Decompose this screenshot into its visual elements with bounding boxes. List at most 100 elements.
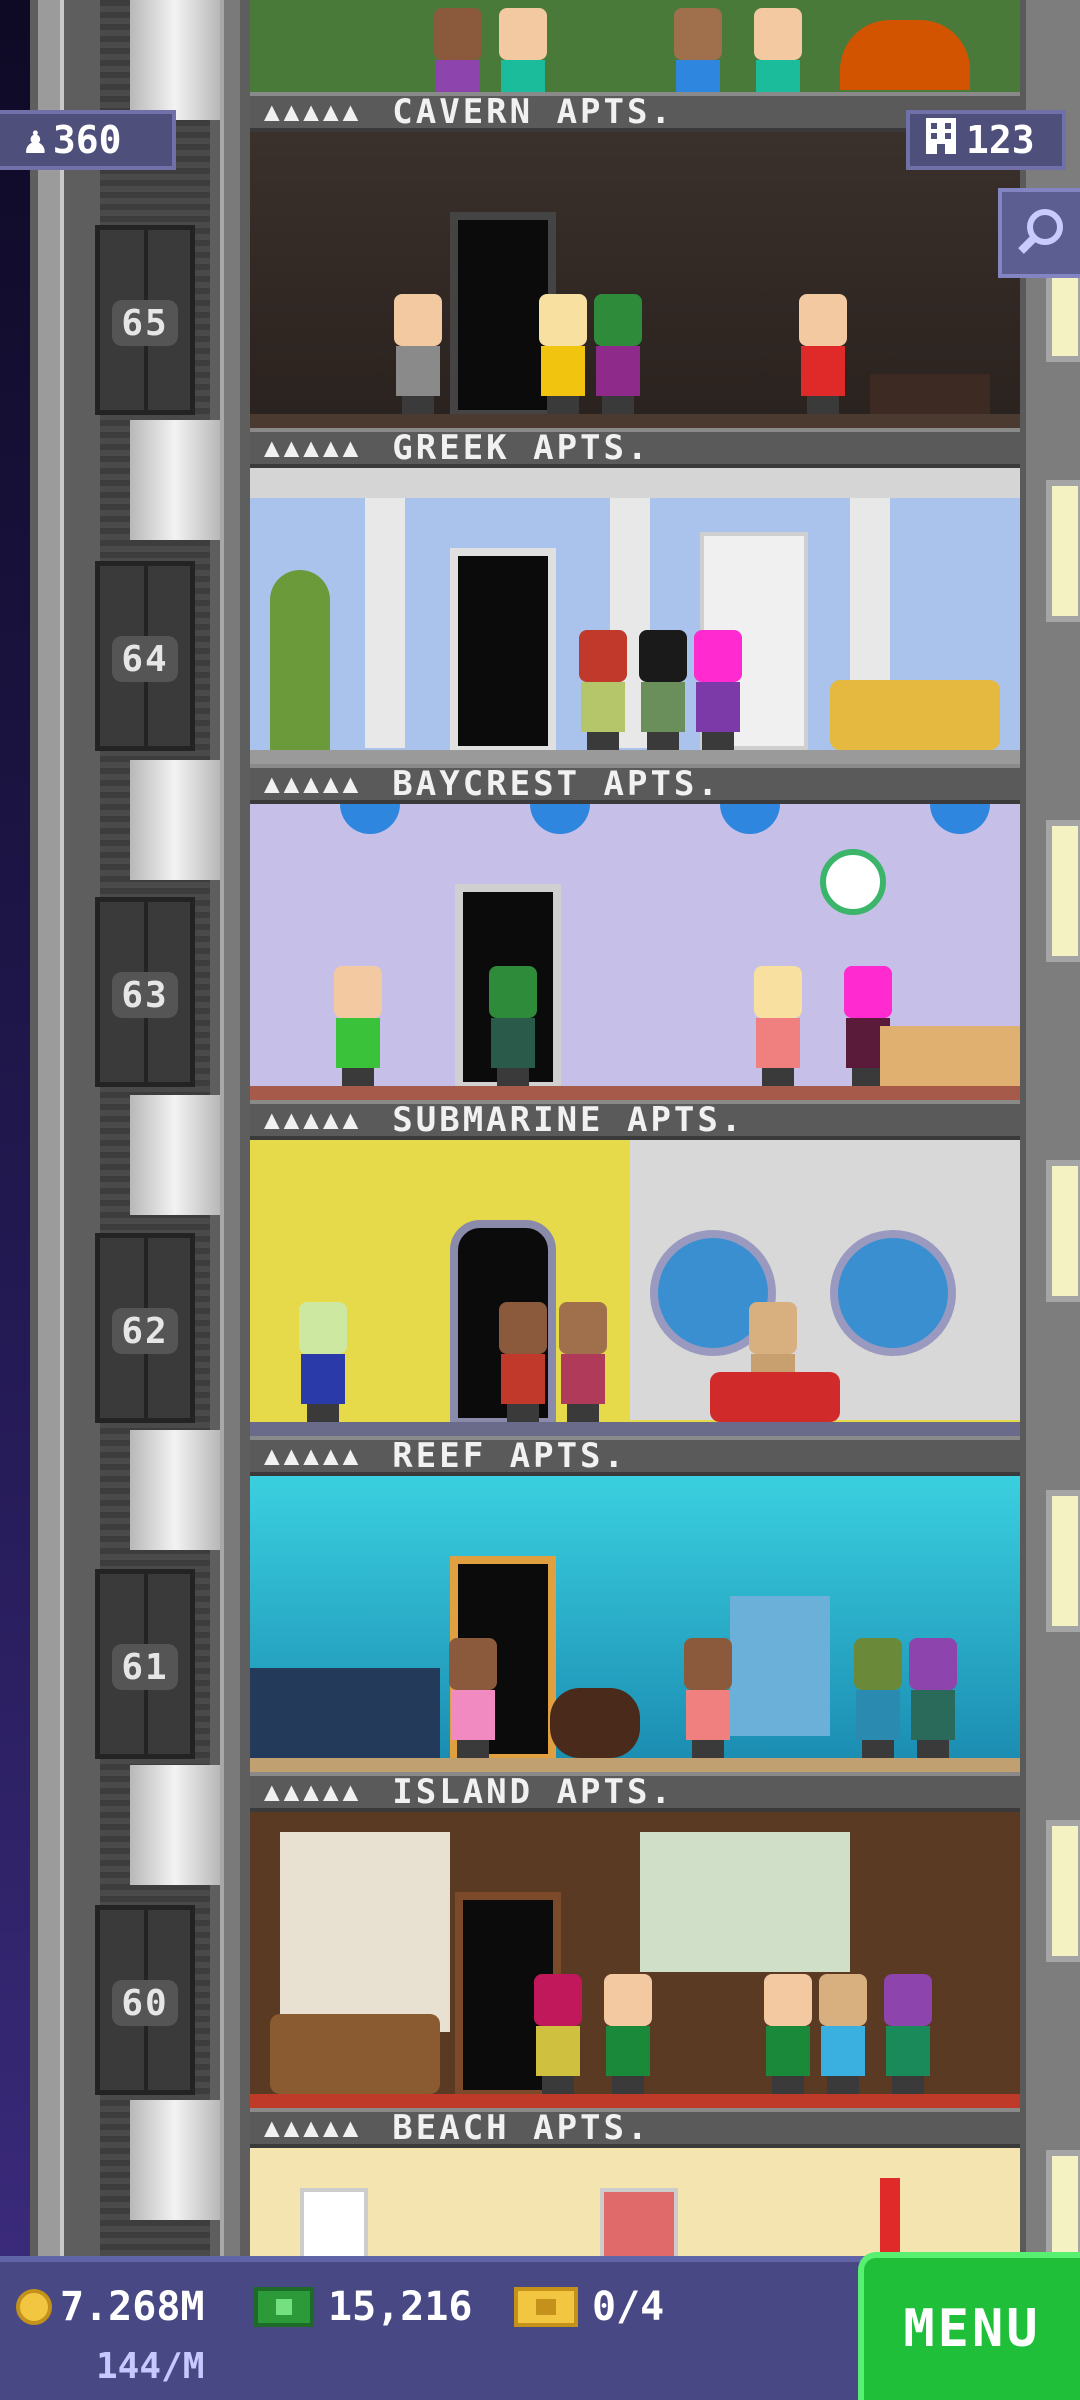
resident[interactable]: [495, 1302, 551, 1422]
ceiling-lamp: [340, 804, 400, 834]
rattan-sofa: [270, 2014, 440, 2094]
menu-label: MENU: [903, 2299, 1041, 2359]
floor-greek[interactable]: ▲▲▲▲▲ GREEK APTS.: [250, 428, 1020, 764]
occupancy-icons: ▲▲▲▲▲: [264, 2113, 363, 2143]
floor-label: ▲▲▲▲▲ SUBMARINE APTS.: [250, 1100, 1020, 1140]
shaft-light: [130, 1430, 220, 1550]
floor-cavern[interactable]: ▲▲▲▲▲ CAVERN APTS.: [250, 92, 1020, 428]
floor-island[interactable]: ▲▲▲▲▲ ISLAND APTS.: [250, 1772, 1020, 2108]
person-icon: ♟: [24, 118, 47, 162]
room-interior[interactable]: [250, 804, 1020, 1100]
resident[interactable]: [670, 8, 726, 92]
resident[interactable]: [815, 1974, 871, 2094]
room-interior[interactable]: [250, 468, 1020, 764]
shaft-light: [130, 1095, 220, 1215]
ticket-icon: [514, 2287, 578, 2327]
porthole-window: [830, 1230, 956, 1356]
ceiling-lamp: [530, 804, 590, 834]
resident[interactable]: [880, 1974, 936, 2094]
tower-right-wall: [1020, 0, 1080, 2292]
floor-baycrest[interactable]: ▲▲▲▲▲ BAYCREST APTS.: [250, 764, 1020, 1100]
floor-name: SUBMARINE APTS.: [392, 1100, 745, 1140]
room-interior[interactable]: [250, 1812, 1020, 2108]
tickets-display[interactable]: 0/4: [514, 2284, 664, 2330]
ceiling-lamp: [720, 804, 780, 834]
floor-name: GREEK APTS.: [392, 428, 651, 468]
floor-label: ▲▲▲▲▲ CAVERN APTS.: [250, 92, 1020, 132]
resident[interactable]: [690, 630, 746, 750]
floor-label: ▲▲▲▲▲ GREEK APTS.: [250, 428, 1020, 468]
elevator-floor-62[interactable]: 62: [95, 1233, 195, 1423]
population-counter[interactable]: ♟ 360: [0, 110, 176, 170]
kitchen-counter: [880, 1026, 1020, 1086]
resident[interactable]: [445, 1638, 501, 1758]
coins-display[interactable]: 7.268M: [16, 2284, 205, 2330]
column: [365, 498, 405, 748]
resident[interactable]: [530, 1974, 586, 2094]
resident[interactable]: [850, 1638, 906, 1758]
bux-display[interactable]: 15,216: [254, 2284, 473, 2330]
occupancy-icons: ▲▲▲▲▲: [264, 1105, 363, 1135]
tickets-value: 0/4: [592, 2284, 665, 2330]
resident[interactable]: [575, 630, 631, 750]
resident[interactable]: [635, 630, 691, 750]
coins-value: 7.268M: [60, 2284, 205, 2330]
wall-window: [1046, 820, 1080, 962]
fridge: [730, 1596, 830, 1736]
room-interior[interactable]: [250, 2148, 1020, 2258]
resident[interactable]: [750, 8, 806, 92]
resident[interactable]: [905, 1638, 961, 1758]
resident[interactable]: [295, 1302, 351, 1422]
walrus: [550, 1688, 640, 1758]
occupancy-icons: ▲▲▲▲▲: [264, 1441, 363, 1471]
sofa: [830, 680, 1000, 750]
bed: [870, 374, 990, 414]
resident[interactable]: [495, 8, 551, 92]
room-above-partial[interactable]: [250, 0, 1020, 92]
floor-number: 61: [112, 1644, 178, 1690]
floor-label: ▲▲▲▲▲ REEF APTS.: [250, 1436, 1020, 1476]
elevator-floor-61[interactable]: 61: [95, 1569, 195, 1759]
room-interior[interactable]: [250, 132, 1020, 428]
elevator-floor-63[interactable]: 63: [95, 897, 195, 1087]
floor-name: ISLAND APTS.: [392, 1772, 674, 1812]
floor-beach[interactable]: ▲▲▲▲▲ BEACH APTS.: [250, 2108, 1020, 2258]
floor-reef[interactable]: ▲▲▲▲▲ REEF APTS.: [250, 1436, 1020, 1772]
resident[interactable]: [680, 1638, 736, 1758]
floor-label: ▲▲▲▲▲ ISLAND APTS.: [250, 1772, 1020, 1812]
resident[interactable]: [535, 294, 591, 414]
menu-button[interactable]: MENU: [858, 2252, 1080, 2400]
resident[interactable]: [555, 1302, 611, 1422]
resident[interactable]: [760, 1974, 816, 2094]
shaft-light: [130, 420, 220, 540]
resident[interactable]: [485, 966, 541, 1086]
floor-number: 62: [112, 1308, 178, 1354]
search-icon: [1015, 205, 1067, 261]
resident[interactable]: [795, 294, 851, 414]
floor-counter[interactable]: 123: [906, 110, 1066, 170]
floor-number: 65: [112, 300, 178, 346]
shaft-light: [130, 1765, 220, 1885]
coin-icon: [16, 2289, 52, 2325]
shaft-light: [130, 760, 220, 880]
room-interior[interactable]: [250, 1140, 1020, 1436]
elevator-floor-64[interactable]: 64: [95, 561, 195, 751]
wall-window: [1046, 480, 1080, 622]
floor-submarine[interactable]: ▲▲▲▲▲ SUBMARINE APTS.: [250, 1100, 1020, 1436]
resident[interactable]: [600, 1974, 656, 2094]
resident[interactable]: [330, 966, 386, 1086]
occupancy-icons: ▲▲▲▲▲: [264, 433, 363, 463]
floor-label: ▲▲▲▲▲ BAYCREST APTS.: [250, 764, 1020, 804]
occupancy-icons: ▲▲▲▲▲: [264, 97, 363, 127]
resident[interactable]: [750, 966, 806, 1086]
elevator-floor-60[interactable]: 60: [95, 1905, 195, 2095]
resident[interactable]: [430, 8, 486, 92]
tent: [840, 20, 970, 90]
room-interior[interactable]: [250, 1476, 1020, 1772]
apartment-door[interactable]: [450, 548, 556, 754]
elevator-floor-65[interactable]: 65: [95, 225, 195, 415]
floor-count-value: 123: [966, 118, 1035, 162]
resident[interactable]: [390, 294, 446, 414]
resident[interactable]: [590, 294, 646, 414]
search-button[interactable]: [998, 188, 1080, 278]
